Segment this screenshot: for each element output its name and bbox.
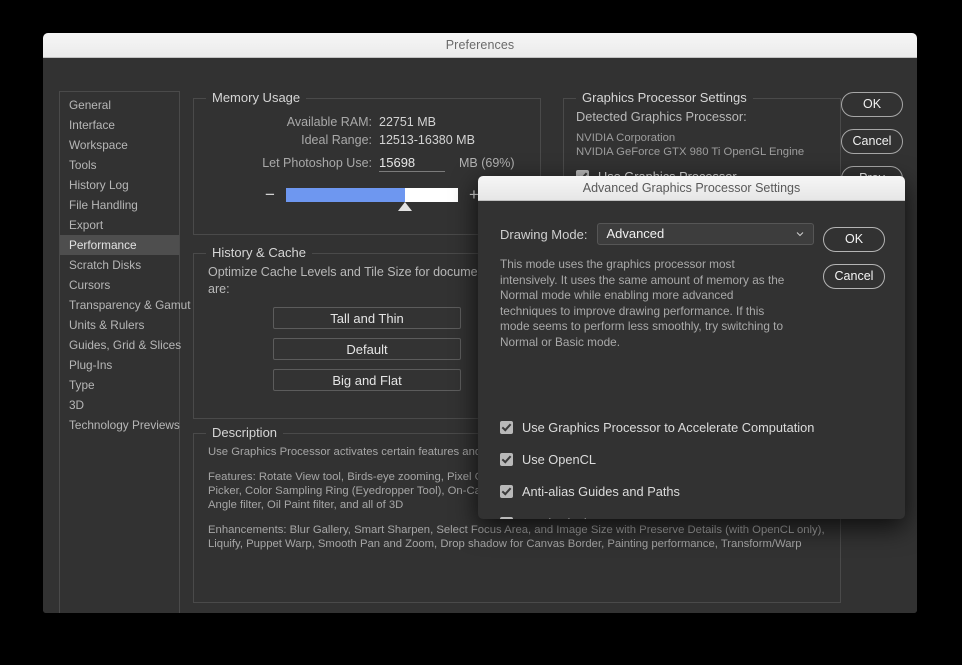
gpu-vendor: NVIDIA Corporation [576, 132, 676, 144]
available-ram-label: Available RAM: [286, 115, 372, 129]
advanced-cancel-button[interactable]: Cancel [823, 264, 885, 289]
checkbox-anti-alias-guides-and-paths[interactable] [500, 485, 513, 498]
drawing-mode-label: Drawing Mode: [500, 226, 588, 242]
advanced-graphics-dialog: Advanced Graphics Processor Settings Dra… [478, 176, 905, 519]
memory-amount-input[interactable]: 15698 [379, 155, 445, 172]
advanced-option-row[interactable]: 30 Bit Display [500, 516, 905, 519]
cancel-button[interactable]: Cancel [841, 129, 903, 154]
let-photoshop-use-row: Let Photoshop Use: 15698 MB (69%) [194, 155, 540, 172]
sidebar-item-units-rulers[interactable]: Units & Rulers [60, 315, 179, 335]
advanced-options-list: Use Graphics Processor to Accelerate Com… [478, 350, 905, 519]
graphics-processor-title: Graphics Processor Settings [576, 90, 753, 105]
sidebar-item-performance[interactable]: Performance [60, 235, 179, 255]
sidebar-item-type[interactable]: Type [60, 375, 179, 395]
preferences-sidebar: General Interface Workspace Tools History Lo… [59, 91, 191, 613]
sidebar-item-transparency-gamut[interactable]: Transparency & Gamut [60, 295, 191, 315]
sidebar-item-interface[interactable]: Interface [60, 115, 179, 135]
history-cache-title: History & Cache [206, 245, 312, 260]
memory-slider-thumb[interactable] [397, 202, 412, 211]
drawing-mode-select[interactable]: Advanced [597, 223, 815, 245]
minus-icon[interactable]: − [262, 185, 278, 205]
description-title: Description [206, 425, 284, 440]
available-ram-value: 22751 MB [379, 115, 436, 129]
advanced-option-row[interactable]: Anti-alias Guides and Paths [500, 484, 905, 499]
ok-button[interactable]: OK [841, 92, 903, 117]
sidebar-item-guides-grid-slices[interactable]: Guides, Grid & Slices [60, 335, 181, 355]
sidebar-item-file-handling[interactable]: File Handling [60, 195, 179, 215]
memory-slider[interactable] [286, 188, 458, 211]
available-ram-row: Available RAM: 22751 MB [194, 115, 540, 129]
ideal-range-row: Ideal Range: 12513-16380 MB [194, 133, 540, 147]
advanced-dialog-title: Advanced Graphics Processor Settings [582, 181, 801, 195]
window-titlebar: Preferences [43, 33, 917, 58]
advanced-option-row[interactable]: Use Graphics Processor to Accelerate Com… [500, 420, 905, 435]
memory-percent-label: MB (69%) [459, 156, 515, 170]
checkbox-30-bit-display[interactable] [500, 517, 513, 519]
advanced-ok-button[interactable]: OK [823, 227, 885, 252]
sidebar-item-workspace[interactable]: Workspace [60, 135, 179, 155]
advanced-option-label: Anti-alias Guides and Paths [522, 484, 680, 499]
sidebar-item-history-log[interactable]: History Log [60, 175, 179, 195]
sidebar-item-export[interactable]: Export [60, 215, 179, 235]
advanced-dialog-body: Drawing Mode: Advanced This mode uses th… [478, 201, 905, 519]
advanced-dialog-buttons: OK Cancel [823, 227, 885, 301]
sidebar-item-plug-ins[interactable]: Plug-Ins [60, 355, 179, 375]
sidebar-item-cursors[interactable]: Cursors [60, 275, 179, 295]
description-paragraph: Enhancements: Blur Gallery, Smart Sharpe… [208, 524, 825, 550]
advanced-option-label: Use Graphics Processor to Accelerate Com… [522, 420, 815, 435]
drawing-mode-value: Advanced [606, 226, 665, 241]
ideal-range-label: Ideal Range: [301, 133, 372, 147]
gpu-renderer: NVIDIA GeForce GTX 980 Ti OpenGL Engine [576, 145, 805, 158]
sidebar-item-tools[interactable]: Tools [60, 155, 179, 175]
advanced-option-row[interactable]: Use OpenCL [500, 452, 905, 467]
sidebar-item-technology-previews[interactable]: Technology Previews [60, 415, 180, 435]
advanced-dialog-titlebar: Advanced Graphics Processor Settings [478, 176, 905, 201]
sidebar-item-general[interactable]: General [60, 95, 179, 115]
ideal-range-value: 12513-16380 MB [379, 133, 475, 147]
chevron-down-icon [797, 232, 804, 237]
advanced-option-label: 30 Bit Display [522, 516, 600, 519]
let-photoshop-use-label: Let Photoshop Use: [262, 156, 372, 170]
cache-preset-default[interactable]: Default [273, 338, 461, 360]
cache-preset-tall-and-thin[interactable]: Tall and Thin [273, 307, 461, 329]
checkbox-use-graphics-processor-to-accelerate-computation[interactable] [500, 421, 513, 434]
cache-preset-big-and-flat[interactable]: Big and Flat [273, 369, 461, 391]
memory-usage-title: Memory Usage [206, 90, 307, 105]
sidebar-item-scratch-disks[interactable]: Scratch Disks [60, 255, 179, 275]
drawing-mode-description: This mode uses the graphics processor mo… [500, 257, 785, 349]
advanced-option-label: Use OpenCL [522, 452, 596, 467]
sidebar-item-3d[interactable]: 3D [60, 395, 179, 415]
memory-slider-fill [286, 188, 405, 202]
checkbox-use-opencl[interactable] [500, 453, 513, 466]
window-title: Preferences [445, 38, 515, 52]
